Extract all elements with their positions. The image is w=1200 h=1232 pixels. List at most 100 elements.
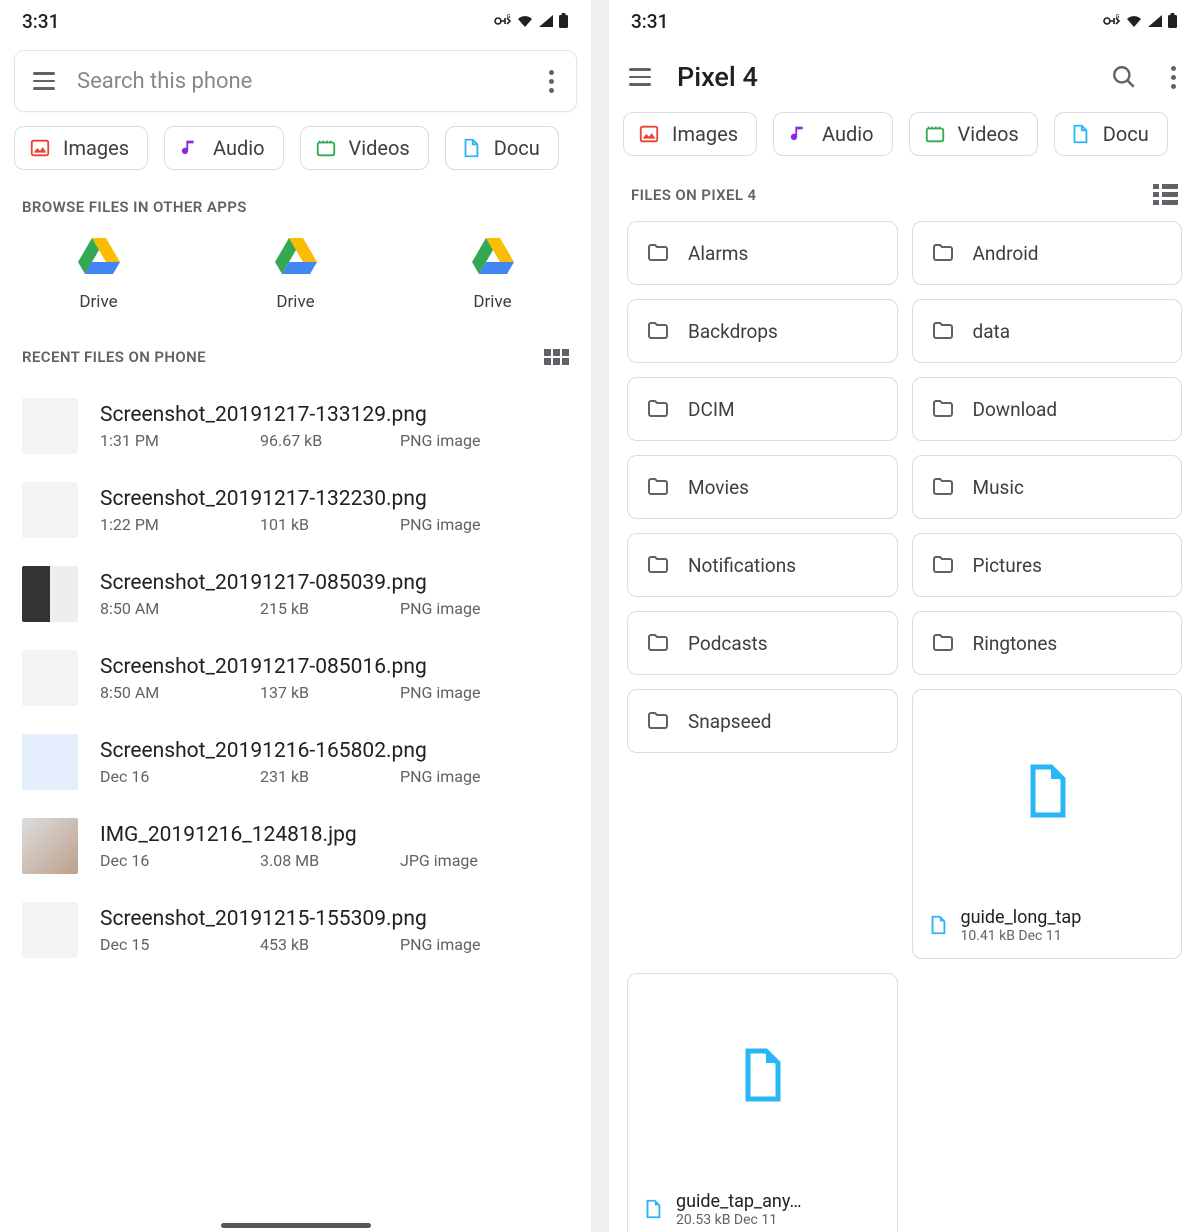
chip-videos[interactable]: Videos — [909, 112, 1038, 156]
browse-apps-header: BROWSE FILES IN OTHER APPS — [0, 184, 591, 226]
folder-name: Movies — [688, 476, 749, 499]
chip-documents[interactable]: Docu — [445, 126, 559, 170]
music-note-icon — [179, 137, 201, 159]
phone-screen-left: 3:31 G Search this phone Images Audio Vi… — [0, 0, 609, 1232]
status-bar: 3:31 G — [609, 0, 1200, 42]
folder-card[interactable]: Podcasts — [627, 611, 898, 675]
folder-icon — [646, 553, 670, 577]
folder-card[interactable]: Notifications — [627, 533, 898, 597]
file-row[interactable]: Screenshot_20191215-155309.png Dec 15453 … — [0, 888, 591, 972]
folder-name: Music — [973, 476, 1024, 499]
file-type: PNG image — [400, 599, 480, 618]
hamburger-icon[interactable] — [33, 72, 55, 90]
search-box[interactable]: Search this phone — [14, 50, 577, 112]
file-meta: 10.41 kB Dec 11 — [961, 928, 1082, 944]
folder-card[interactable]: Download — [912, 377, 1183, 441]
file-row[interactable]: Screenshot_20191217-132230.png1:22 PM101… — [0, 468, 591, 552]
file-time: 1:22 PM — [100, 515, 260, 534]
folder-icon — [931, 475, 955, 499]
more-icon[interactable] — [545, 66, 558, 97]
file-size: 137 kB — [260, 683, 400, 702]
file-time: Dec 15 — [100, 935, 260, 954]
drive-app-2[interactable]: Drive — [471, 236, 515, 312]
file-size: 231 kB — [260, 767, 400, 786]
filter-chip-row: Images Audio Videos Docu — [609, 112, 1200, 170]
drive-app-1[interactable]: Drive — [274, 236, 318, 312]
folder-card[interactable]: Android — [912, 221, 1183, 285]
document-icon — [738, 1047, 786, 1103]
folder-name: Download — [973, 398, 1058, 421]
folder-card[interactable]: DCIM — [627, 377, 898, 441]
folder-card[interactable]: Backdrops — [627, 299, 898, 363]
folder-card[interactable]: Alarms — [627, 221, 898, 285]
folder-icon — [931, 397, 955, 421]
folder-card[interactable]: Movies — [627, 455, 898, 519]
grid-view-icon[interactable] — [544, 349, 569, 365]
drive-app-0[interactable]: Drive — [77, 236, 121, 312]
file-type: PNG image — [400, 515, 480, 534]
file-thumbnail — [22, 902, 78, 958]
drive-icon — [274, 236, 318, 276]
file-row[interactable]: Screenshot_20191216-165802.pngDec 16231 … — [0, 720, 591, 804]
files-on-device-header: FILES ON PIXEL 4 — [609, 170, 1200, 215]
drive-icon — [77, 236, 121, 276]
folder-card[interactable]: Music — [912, 455, 1183, 519]
drive-icon — [471, 236, 515, 276]
svg-text:G: G — [507, 14, 511, 20]
file-time: 8:50 AM — [100, 599, 260, 618]
file-size: 3.08 MB — [260, 851, 400, 870]
file-thumbnail — [22, 482, 78, 538]
file-name: Screenshot_20191217-085016.png — [100, 655, 569, 679]
folder-icon — [646, 709, 670, 733]
file-name: guide_long_tap — [961, 907, 1082, 928]
file-thumbnail — [22, 566, 78, 622]
folder-icon — [646, 397, 670, 421]
chip-audio[interactable]: Audio — [164, 126, 284, 170]
chip-documents[interactable]: Docu — [1054, 112, 1168, 156]
file-card[interactable]: guide_long_tap10.41 kB Dec 11 — [912, 689, 1183, 959]
file-card[interactable]: guide_tap_any…20.53 kB Dec 11 — [627, 973, 898, 1232]
folder-card[interactable]: Snapseed — [627, 689, 898, 753]
file-meta: 20.53 kB Dec 11 — [676, 1212, 801, 1228]
folder-card[interactable]: data — [912, 299, 1183, 363]
file-row[interactable]: Screenshot_20191217-085016.png8:50 AM137… — [0, 636, 591, 720]
image-icon — [638, 123, 660, 145]
more-icon[interactable] — [1167, 62, 1180, 93]
hamburger-icon[interactable] — [629, 68, 651, 86]
file-name: Screenshot_20191215-155309.png — [100, 907, 569, 931]
file-size: 453 kB — [260, 935, 400, 954]
file-thumbnail — [22, 650, 78, 706]
page-title: Pixel 4 — [677, 61, 1085, 93]
document-icon — [1069, 123, 1091, 145]
search-icon[interactable] — [1111, 64, 1137, 90]
recent-files-header: RECENT FILES ON PHONE — [0, 334, 591, 376]
image-icon — [29, 137, 51, 159]
chip-images[interactable]: Images — [14, 126, 148, 170]
folder-card[interactable]: Pictures — [912, 533, 1183, 597]
file-type: PNG image — [400, 767, 480, 786]
folder-card[interactable]: Ringtones — [912, 611, 1183, 675]
folder-icon — [931, 319, 955, 343]
file-name: Screenshot_20191217-085039.png — [100, 571, 569, 595]
status-icons: G — [494, 13, 569, 29]
file-row[interactable]: Screenshot_20191217-085039.png8:50 AM215… — [0, 552, 591, 636]
document-icon — [642, 1198, 664, 1220]
chip-audio[interactable]: Audio — [773, 112, 893, 156]
folder-name: DCIM — [688, 398, 735, 421]
folder-grid: Alarms Android Backdrops data DCIM Download Mo… — [609, 215, 1200, 1232]
folder-name: data — [973, 320, 1011, 343]
file-row[interactable]: Screenshot_20191217-133129.png1:31 PM96.… — [0, 384, 591, 468]
file-name: guide_tap_any… — [676, 1191, 801, 1212]
chip-videos[interactable]: Videos — [300, 126, 429, 170]
file-name: IMG_20191216_124818.jpg — [100, 823, 569, 847]
document-icon — [460, 137, 482, 159]
file-time: 1:31 PM — [100, 431, 260, 450]
chip-images[interactable]: Images — [623, 112, 757, 156]
folder-name: Android — [973, 242, 1039, 265]
file-name: Screenshot_20191217-132230.png — [100, 487, 569, 511]
nav-gesture-indicator — [221, 1223, 371, 1228]
folder-icon — [646, 241, 670, 265]
list-view-icon[interactable] — [1153, 184, 1178, 205]
file-thumbnail — [22, 818, 78, 874]
file-row[interactable]: IMG_20191216_124818.jpgDec 163.08 MBJPG … — [0, 804, 591, 888]
